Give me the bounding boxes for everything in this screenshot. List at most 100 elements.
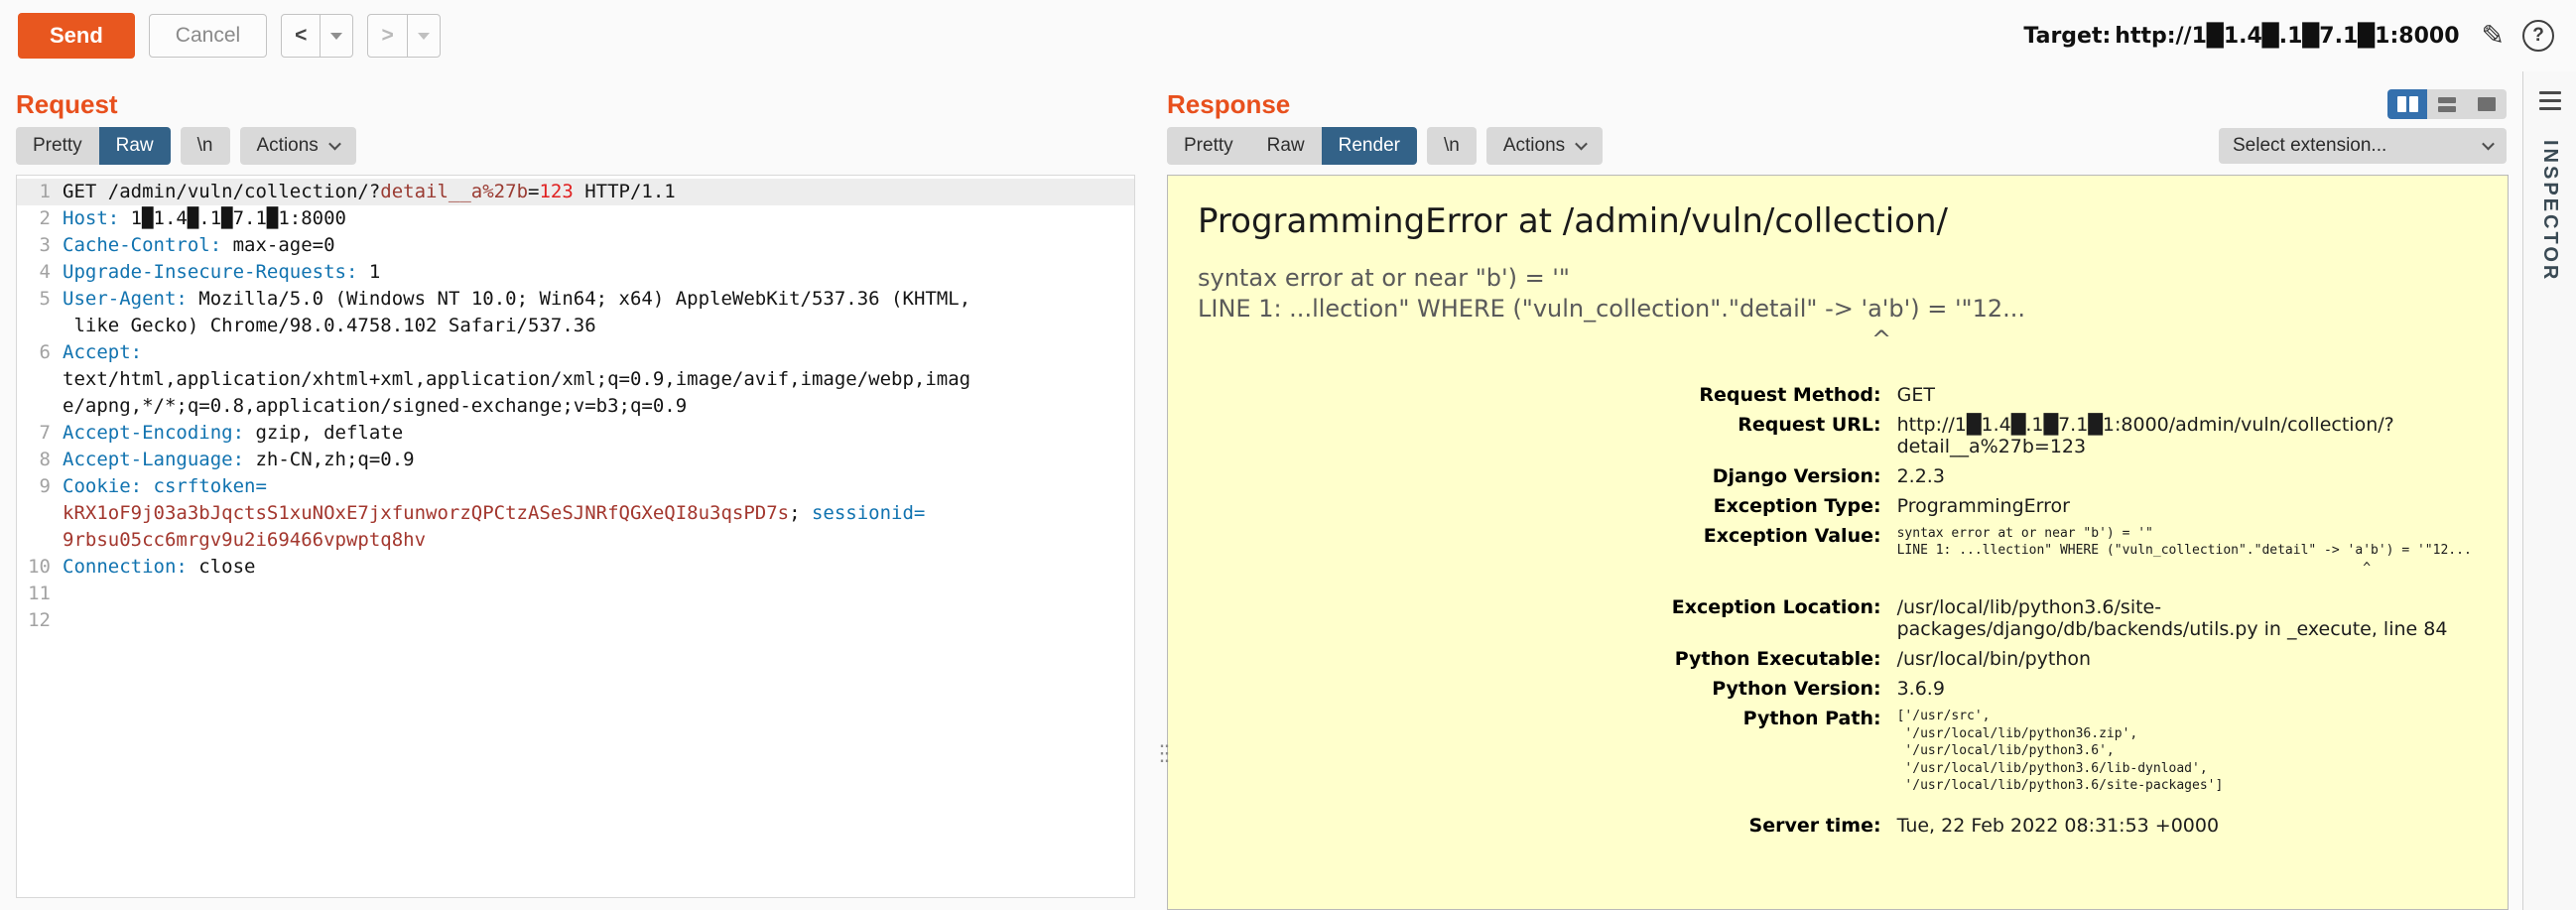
history-back-button[interactable]: < — [282, 15, 320, 57]
request-line[interactable]: 3Cache-Control: max-age=0 — [17, 232, 1134, 259]
request-line[interactable]: like Gecko) Chrome/98.0.4758.102 Safari/… — [17, 313, 1134, 339]
response-tab-group: PrettyRawRender — [1167, 127, 1417, 165]
code-segment: User-Agent: — [63, 288, 188, 310]
request-line[interactable]: 5User-Agent: Mozilla/5.0 (Windows NT 10.… — [17, 286, 1134, 313]
send-button[interactable]: Send — [18, 13, 135, 59]
inspector-menu-icon[interactable] — [2539, 87, 2561, 110]
request-panel: Request PrettyRaw\nActions 1GET /admin/v… — [0, 71, 1149, 910]
panel-divider[interactable]: ⋮ — [1149, 71, 1163, 910]
line-content: Accept-Language: zh-CN,zh;q=0.9 — [63, 447, 415, 473]
layout-columns-button[interactable] — [2387, 89, 2427, 119]
request-line[interactable]: 6Accept: — [17, 339, 1134, 366]
request-line[interactable]: 2Host: 1█1.4█.1█7.1█1:8000 — [17, 205, 1134, 232]
meta-label: Exception Location: — [1198, 592, 1889, 644]
meta-label: Python Executable: — [1198, 644, 1889, 674]
divider-grip-icon[interactable]: ⋮ — [1151, 742, 1173, 764]
tab-label: Actions — [257, 135, 319, 157]
line-number: 6 — [17, 339, 63, 366]
response-tab-render[interactable]: Render — [1322, 127, 1417, 165]
help-icon[interactable]: ? — [2522, 20, 2554, 52]
extension-select[interactable]: Select extension... — [2219, 128, 2507, 164]
request-line[interactable]: 11 — [17, 581, 1134, 607]
dropdown-triangle-icon — [330, 33, 342, 40]
request-line[interactable]: 9rbsu05cc6mrgv9u2i69466vpwptq8hv — [17, 527, 1134, 554]
chevron-down-icon — [328, 137, 341, 150]
line-content: text/html,application/xhtml+xml,applicat… — [63, 366, 970, 393]
request-line[interactable]: text/html,application/xhtml+xml,applicat… — [17, 366, 1134, 393]
meta-value: Tue, 22 Feb 2022 08:31:53 +0000 — [1889, 811, 2478, 841]
inspector-sidebar[interactable]: INSPECTOR — [2522, 71, 2576, 910]
line-number — [17, 500, 63, 527]
line-content: Accept: — [63, 339, 142, 366]
code-segment: 1█1.4█.1█7.1█1:8000 — [119, 207, 346, 229]
meta-label: Request Method: — [1198, 380, 1889, 410]
meta-label: Request URL: — [1198, 410, 1889, 461]
request-editor[interactable]: 1GET /admin/vuln/collection/?detail__a%2… — [16, 175, 1135, 898]
request-line[interactable]: 7Accept-Encoding: gzip, deflate — [17, 420, 1134, 447]
code-segment: Upgrade-Insecure-Requests: — [63, 261, 357, 283]
code-segment: Connection: — [63, 556, 188, 578]
meta-value: 2.2.3 — [1889, 461, 2478, 491]
extension-select-value: Select extension... — [2233, 135, 2386, 157]
layout-rows-button[interactable] — [2427, 89, 2467, 119]
line-content: GET /admin/vuln/collection/?detail__a%27… — [63, 179, 676, 205]
line-content: User-Agent: Mozilla/5.0 (Windows NT 10.0… — [63, 286, 970, 313]
meta-value: /usr/local/lib/python3.6/site-packages/d… — [1889, 592, 2478, 644]
django-error-title: ProgrammingError at /admin/vuln/collecti… — [1198, 201, 2478, 241]
meta-row-exception-location: Exception Location:/usr/local/lib/python… — [1198, 592, 2478, 644]
single-pane-icon — [2478, 97, 2496, 111]
request-line[interactable]: 8Accept-Language: zh-CN,zh;q=0.9 — [17, 447, 1134, 473]
meta-row-python-executable: Python Executable:/usr/local/bin/python — [1198, 644, 2478, 674]
response-tab-actions[interactable]: Actions — [1486, 127, 1603, 165]
layout-single-button[interactable] — [2467, 89, 2507, 119]
response-tab-newline[interactable]: \n — [1427, 127, 1477, 165]
meta-value: /usr/local/bin/python — [1889, 644, 2478, 674]
meta-row-exception-type: Exception Type:ProgrammingError — [1198, 491, 2478, 521]
request-tab-newline[interactable]: \n — [181, 127, 230, 165]
line-content: 9rbsu05cc6mrgv9u2i69466vpwptq8hv — [63, 527, 426, 554]
target-display: Target:http://1█1.4█.1█7.1█1:8000 — [2023, 24, 2463, 49]
request-line[interactable]: 9Cookie: csrftoken= — [17, 473, 1134, 500]
meta-value: ['/usr/src', '/usr/local/lib/python36.zi… — [1889, 704, 2478, 811]
code-segment: like Gecko) Chrome/98.0.4758.102 Safari/… — [63, 315, 596, 336]
request-line[interactable]: 12 — [17, 607, 1134, 634]
code-segment: text/html,application/xhtml+xml,applicat… — [63, 368, 970, 390]
meta-value: 3.6.9 — [1889, 674, 2478, 704]
code-segment: gzip, deflate — [244, 422, 403, 444]
code-segment: Cache-Control: — [63, 234, 221, 256]
request-tab-raw[interactable]: Raw — [99, 127, 171, 165]
history-back-dropdown[interactable] — [320, 15, 352, 57]
response-tab-pretty[interactable]: Pretty — [1167, 127, 1250, 165]
code-segment: Accept-Language: — [63, 449, 244, 470]
chevron-down-icon — [2482, 137, 2495, 150]
line-content: Accept-Encoding: gzip, deflate — [63, 420, 403, 447]
chevron-down-icon — [1575, 137, 1588, 150]
request-tab-pretty[interactable]: Pretty — [16, 127, 99, 165]
request-line[interactable]: kRX1oF9j03a3bJqctsS1xuNOxE7jxfunworzQPCt… — [17, 500, 1134, 527]
meta-value: ProgrammingError — [1889, 491, 2478, 521]
request-line[interactable]: 10Connection: close — [17, 554, 1134, 581]
history-forward-button[interactable]: > — [368, 15, 406, 57]
cancel-button[interactable]: Cancel — [149, 14, 267, 58]
request-tab-actions[interactable]: Actions — [240, 127, 356, 165]
meta-row-python-version: Python Version:3.6.9 — [1198, 674, 2478, 704]
request-line[interactable]: 1GET /admin/vuln/collection/?detail__a%2… — [17, 179, 1134, 205]
edit-target-pencil-icon[interactable]: ✎ — [2482, 22, 2505, 50]
response-tab-raw[interactable]: Raw — [1250, 127, 1322, 165]
dropdown-triangle-icon — [418, 33, 430, 40]
django-exception-summary: syntax error at or near "b') = '" LINE 1… — [1198, 263, 2478, 356]
code-segment: Mozilla/5.0 (Windows NT 10.0; Win64; x64… — [188, 288, 970, 310]
history-forward-dropdown[interactable] — [407, 15, 440, 57]
tab-label: Pretty — [33, 135, 82, 157]
code-segment: HTTP/1.1 — [574, 181, 676, 202]
request-line[interactable]: e/apng,*/*;q=0.8,application/signed-exch… — [17, 393, 1134, 420]
meta-label: Exception Value: — [1198, 521, 1889, 593]
inspector-label: INSPECTOR — [2538, 140, 2561, 282]
request-tabbar: Pretty Raw \n Actions — [16, 121, 1149, 171]
meta-row-request-method: Request Method:GET — [1198, 380, 2478, 410]
request-tab-group: \n — [181, 127, 230, 165]
line-number: 3 — [17, 232, 63, 259]
request-line[interactable]: 4Upgrade-Insecure-Requests: 1 — [17, 259, 1134, 286]
meta-label: Python Path: — [1198, 704, 1889, 811]
line-content: Cache-Control: max-age=0 — [63, 232, 335, 259]
